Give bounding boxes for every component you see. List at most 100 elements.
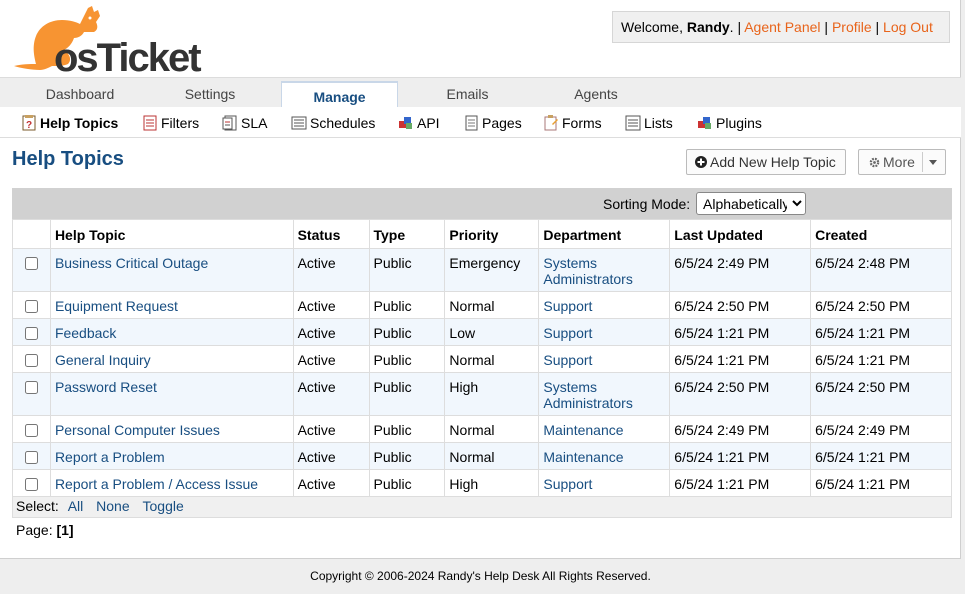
osticket-logo[interactable]: osTicket	[10, 4, 220, 80]
row-checkbox[interactable]	[24, 451, 38, 464]
department-cell: Support	[538, 469, 671, 497]
row-checkbox[interactable]	[24, 424, 38, 437]
type-cell: Public	[368, 442, 446, 470]
created-cell: 6/5/24 2:50 PM	[810, 291, 952, 319]
sorting-mode-select[interactable]: Alphabetically	[696, 192, 806, 215]
topic-cell: Password Reset	[49, 372, 294, 416]
subnav-filters[interactable]: Filters	[142, 115, 199, 133]
profile-link[interactable]: Profile	[832, 19, 872, 35]
status-cell: Active	[292, 415, 370, 443]
status-cell: Active	[292, 318, 370, 346]
priority-cell: Normal	[444, 345, 540, 373]
department-cell: Maintenance	[538, 442, 671, 470]
select-none-link[interactable]: None	[96, 498, 129, 514]
page-title: Help Topics	[12, 148, 124, 170]
column-header-priority[interactable]: Priority	[444, 219, 540, 249]
column-header-status[interactable]: Status	[292, 219, 370, 249]
column-header-last-updated[interactable]: Last Updated	[669, 219, 812, 249]
type-cell: Public	[368, 248, 446, 292]
department-cell: Support	[538, 318, 671, 346]
type-cell: Public	[368, 415, 446, 443]
select-all-link[interactable]: All	[68, 498, 84, 514]
row-checkbox-cell	[12, 248, 51, 292]
type-cell: Public	[368, 318, 446, 346]
tab-settings[interactable]: Settings	[130, 78, 290, 108]
row-checkbox[interactable]	[24, 381, 38, 394]
last-updated-cell: 6/5/24 2:49 PM	[669, 248, 812, 292]
topic-link[interactable]: Report a Problem	[55, 449, 165, 465]
table-row: Business Critical Outage Active Public E…	[12, 248, 952, 292]
sub-nav: ? Help Topics Filters SLA Schedules API P…	[0, 107, 961, 138]
subnav-help-topics[interactable]: ? Help Topics	[22, 115, 118, 133]
row-checkbox[interactable]	[24, 478, 38, 491]
tab-emails[interactable]: Emails	[410, 78, 525, 108]
topic-link[interactable]: Report a Problem / Access Issue	[55, 476, 258, 492]
column-header-type[interactable]: Type	[368, 219, 446, 249]
department-link[interactable]: Maintenance	[543, 449, 623, 465]
topic-link[interactable]: General Inquiry	[55, 352, 151, 368]
topic-link[interactable]: Personal Computer Issues	[55, 422, 220, 438]
column-header-created[interactable]: Created	[810, 219, 952, 249]
row-checkbox-cell	[12, 415, 51, 443]
help-topics-icon: ?	[22, 115, 36, 131]
svg-text:osTicket: osTicket	[54, 36, 201, 74]
department-link[interactable]: Support	[543, 325, 592, 341]
last-updated-cell: 6/5/24 1:21 PM	[669, 345, 812, 373]
column-header-help-topic[interactable]: Help Topic	[49, 219, 294, 249]
status-cell: Active	[292, 469, 370, 497]
add-help-topic-label: Add New Help Topic	[710, 154, 836, 170]
department-link[interactable]: Systems Administrators	[543, 255, 632, 287]
row-checkbox[interactable]	[24, 327, 38, 340]
select-column-header	[12, 219, 51, 249]
subnav-pages[interactable]: Pages	[464, 115, 522, 133]
department-cell: Support	[538, 291, 671, 319]
row-checkbox-cell	[12, 442, 51, 470]
add-help-topic-button[interactable]: Add New Help Topic	[686, 149, 846, 175]
topic-link[interactable]: Business Critical Outage	[55, 255, 208, 271]
subnav-plugins[interactable]: Plugins	[697, 115, 762, 133]
column-header-department[interactable]: Department	[538, 219, 671, 249]
subnav-api[interactable]: API	[398, 115, 440, 133]
type-cell: Public	[368, 291, 446, 319]
created-cell: 6/5/24 2:48 PM	[810, 248, 952, 292]
topic-link[interactable]: Password Reset	[55, 379, 157, 395]
select-toggle-link[interactable]: Toggle	[143, 498, 184, 514]
row-checkbox[interactable]	[24, 257, 38, 270]
created-cell: 6/5/24 2:49 PM	[810, 415, 952, 443]
subnav-schedules[interactable]: Schedules	[291, 115, 375, 133]
department-link[interactable]: Maintenance	[543, 422, 623, 438]
topic-cell: Report a Problem	[49, 442, 294, 470]
divider	[922, 152, 923, 172]
priority-cell: Normal	[444, 442, 540, 470]
department-link[interactable]: Support	[543, 298, 592, 314]
created-cell: 6/5/24 1:21 PM	[810, 345, 952, 373]
subnav-label: Forms	[562, 115, 602, 131]
department-link[interactable]: Support	[543, 476, 592, 492]
row-checkbox[interactable]	[24, 354, 38, 367]
logout-link[interactable]: Log Out	[883, 19, 933, 35]
department-link[interactable]: Systems Administrators	[543, 379, 632, 411]
table-row: Equipment Request Active Public Normal S…	[12, 291, 952, 319]
department-cell: Systems Administrators	[538, 248, 671, 292]
user-name: Randy	[686, 19, 730, 35]
select-bar: Select: All None Toggle	[12, 497, 952, 518]
kangaroo-logo-icon: osTicket	[14, 6, 203, 80]
row-checkbox[interactable]	[24, 300, 38, 313]
subnav-forms[interactable]: Forms	[543, 115, 602, 133]
topic-link[interactable]: Feedback	[55, 325, 116, 341]
department-cell: Maintenance	[538, 415, 671, 443]
created-cell: 6/5/24 1:21 PM	[810, 442, 952, 470]
topic-link[interactable]: Equipment Request	[55, 298, 178, 314]
schedules-icon	[291, 116, 307, 130]
priority-cell: High	[444, 469, 540, 497]
agent-panel-link[interactable]: Agent Panel	[744, 19, 820, 35]
subnav-sla[interactable]: SLA	[222, 115, 267, 133]
table-row: General Inquiry Active Public Normal Sup…	[12, 345, 952, 373]
topic-cell: Business Critical Outage	[49, 248, 294, 292]
sorting-mode-label: Sorting Mode:	[603, 196, 691, 212]
more-dropdown-button[interactable]: More	[858, 149, 946, 175]
tab-manage[interactable]: Manage	[281, 81, 398, 109]
subnav-lists[interactable]: Lists	[625, 115, 673, 133]
department-link[interactable]: Support	[543, 352, 592, 368]
tab-agents[interactable]: Agents	[540, 78, 652, 108]
